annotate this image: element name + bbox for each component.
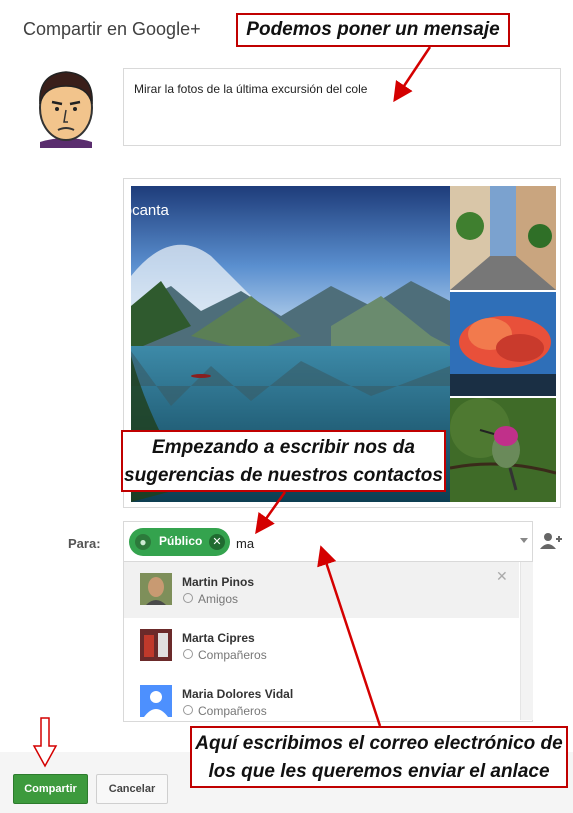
suggestion-item[interactable]: Maria Dolores Vidal Compañeros [124, 674, 519, 730]
cancel-button[interactable]: Cancelar [96, 774, 168, 804]
suggestion-item[interactable]: Martin Pinos Amigos ✕ [124, 562, 519, 618]
close-icon[interactable]: ✕ [496, 568, 508, 585]
globe-icon: ● [135, 534, 151, 550]
chevron-down-icon[interactable] [520, 538, 528, 543]
avatar [140, 629, 172, 661]
suggestion-name: Maria Dolores Vidal [182, 687, 294, 701]
circle-icon [183, 593, 193, 603]
chip-label: Público [159, 534, 203, 548]
suggestion-circle: Compañeros [198, 704, 267, 718]
suggestion-name: Marta Cipres [182, 631, 255, 645]
album-title: Laguna de Gallocanta [22, 202, 169, 219]
recipients-input[interactable]: ● Público ✕ ma [123, 521, 533, 562]
suggestions-list: Martin Pinos Amigos ✕ Marta Cipres Compa… [123, 562, 533, 722]
callout-suggestions: Empezando a escribir nos da sugerencias … [121, 430, 446, 492]
message-text: Mirar la fotos de la última excursión de… [134, 82, 368, 96]
audience-chip-public[interactable]: ● Público ✕ [129, 528, 230, 556]
add-person-icon[interactable] [540, 532, 562, 550]
suggestion-circle: Compañeros [198, 648, 267, 662]
suggestion-circle: Amigos [198, 592, 239, 606]
share-button[interactable]: Compartir [13, 774, 88, 804]
suggestion-item[interactable]: Marta Cipres Compañeros [124, 618, 519, 674]
recipients-typed-text: ma [236, 536, 255, 551]
circle-icon [183, 705, 193, 715]
avatar [30, 64, 102, 148]
avatar [140, 573, 172, 605]
avatar [140, 685, 172, 717]
callout-message: Podemos poner un mensaje [236, 13, 510, 47]
circle-icon [183, 649, 193, 659]
album-thumb-street [450, 186, 556, 290]
suggestion-name: Martin Pinos [182, 575, 255, 589]
recipients-label: Para: [68, 536, 101, 551]
album-photo-count: 16 fotos [22, 222, 65, 236]
scrollbar[interactable] [520, 562, 533, 720]
dialog-title: Compartir en Google+ [23, 19, 201, 39]
album-thumb-hummingbird [450, 398, 556, 502]
message-input[interactable]: Mirar la fotos de la última excursión de… [123, 68, 561, 146]
album-thumb-cloud [450, 292, 556, 396]
close-icon[interactable]: ✕ [209, 534, 225, 550]
callout-email: Aquí escribimos el correo electrónico de… [190, 726, 568, 788]
